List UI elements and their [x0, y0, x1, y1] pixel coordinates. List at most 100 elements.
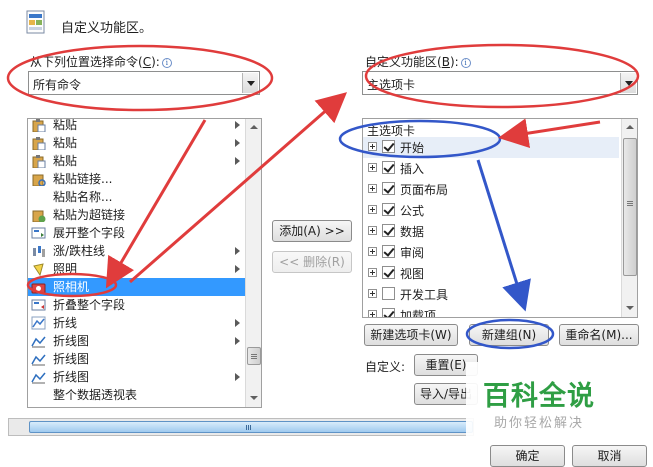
- expand-icon[interactable]: [368, 289, 377, 298]
- command-list-item[interactable]: 整个数据透视表: [28, 386, 245, 404]
- ribbon-tab-item[interactable]: 公式: [363, 200, 619, 221]
- watermark-subtitle: 助你轻松解决: [494, 416, 585, 431]
- tab-visible-checkbox[interactable]: [382, 245, 395, 258]
- customize-ribbon-icon: [26, 10, 48, 36]
- paste-icon: [31, 154, 46, 169]
- ribbon-tab-label: 插入: [400, 162, 425, 176]
- rename-button[interactable]: 重命名(M)...: [559, 324, 639, 346]
- tab-visible-checkbox[interactable]: [382, 266, 395, 279]
- ribbon-tree-scrollbar[interactable]: [621, 119, 637, 317]
- commands-source-select[interactable]: 所有命令: [28, 71, 260, 95]
- command-list-item[interactable]: 粘贴: [28, 134, 245, 152]
- command-label: 折线图: [53, 334, 90, 348]
- expand-icon[interactable]: [368, 310, 377, 317]
- scroll-up-icon[interactable]: [247, 120, 261, 136]
- chevron-down-icon[interactable]: [620, 73, 636, 93]
- command-list-item[interactable]: 粘贴: [28, 118, 245, 134]
- command-label: 粘贴: [53, 118, 78, 132]
- new-group-button[interactable]: 新建组(N): [469, 324, 549, 346]
- ribbon-tab-label: 数据: [400, 225, 425, 239]
- command-label: 折线: [53, 316, 78, 330]
- chevron-down-icon[interactable]: [242, 73, 258, 93]
- customize-ribbon-label: 自定义功能区(B): i: [365, 53, 471, 70]
- command-list-item[interactable]: 照相机: [28, 278, 245, 296]
- info-icon: i: [161, 58, 172, 68]
- remove-button[interactable]: << 删除(R): [272, 251, 352, 273]
- paste-link-icon: [31, 172, 46, 187]
- submenu-arrow-icon: [235, 139, 240, 147]
- command-list-item[interactable]: 粘贴为超链接: [28, 206, 245, 224]
- ribbon-tab-item[interactable]: 页面布局: [363, 179, 619, 200]
- expand-icon[interactable]: [368, 205, 377, 214]
- expand-icon[interactable]: [368, 268, 377, 277]
- command-label: 折叠整个字段: [53, 298, 126, 312]
- expand-icon[interactable]: [368, 163, 377, 172]
- choose-commands-label: 从下列位置选择命令(C): i: [30, 53, 172, 70]
- ribbon-tree[interactable]: 主选项卡 开始 插入 页面布局 公式 数据 审阅 视图 开发工具 加载项: [362, 118, 638, 318]
- paste-icon: [31, 136, 46, 151]
- watermark-title: 百科全说: [483, 381, 595, 412]
- expand-icon[interactable]: [368, 247, 377, 256]
- submenu-arrow-icon: [235, 121, 240, 129]
- command-label: 展开整个字段: [53, 226, 126, 240]
- command-label: 折线图: [53, 352, 90, 366]
- command-list-item[interactable]: 粘贴链接...: [28, 170, 245, 188]
- camera-icon: [31, 280, 46, 294]
- scroll-thumb[interactable]: [623, 138, 637, 276]
- command-list-item[interactable]: 折线图: [28, 332, 245, 350]
- command-list-item[interactable]: 展开整个字段: [28, 224, 245, 242]
- new-tab-button[interactable]: 新建选项卡(W): [364, 324, 458, 346]
- tab-visible-checkbox[interactable]: [382, 308, 395, 317]
- ribbon-tab-item[interactable]: 加载项: [363, 305, 619, 317]
- command-list-item[interactable]: 折叠整个字段: [28, 296, 245, 314]
- command-label: 粘贴名称...: [53, 190, 113, 204]
- ribbon-tab-label: 开始: [400, 141, 425, 155]
- command-label: 粘贴为超链接: [53, 208, 126, 222]
- scroll-down-icon[interactable]: [247, 390, 261, 406]
- tab-visible-checkbox[interactable]: [382, 224, 395, 237]
- command-list-item[interactable]: 折线: [28, 314, 245, 332]
- tab-visible-checkbox[interactable]: [382, 287, 395, 300]
- tab-visible-checkbox[interactable]: [382, 182, 395, 195]
- line-chart-icon: [31, 334, 46, 348]
- tab-visible-checkbox[interactable]: [382, 161, 395, 174]
- submenu-arrow-icon: [235, 247, 240, 255]
- ribbon-tab-item[interactable]: 视图: [363, 263, 619, 284]
- submenu-arrow-icon: [235, 373, 240, 381]
- scroll-down-icon[interactable]: [623, 300, 637, 316]
- command-label: 涨/跌柱线: [53, 244, 106, 258]
- ribbon-tabs-select[interactable]: 主选项卡: [362, 71, 638, 95]
- command-list-item[interactable]: 粘贴: [28, 152, 245, 170]
- command-list-item[interactable]: 照明: [28, 260, 245, 278]
- command-list-item[interactable]: 折线图: [28, 350, 245, 368]
- line-icon: [31, 316, 46, 330]
- tab-visible-checkbox[interactable]: [382, 140, 395, 153]
- info-icon: i: [460, 58, 471, 68]
- command-list-item[interactable]: 涨/跌柱线: [28, 242, 245, 260]
- command-label: 粘贴: [53, 154, 78, 168]
- commands-list[interactable]: 粘贴 粘贴 粘贴 粘贴链接... 粘贴名称... 粘贴为超链接 展开整个字段 涨/跌柱线 照明照…: [27, 118, 262, 408]
- scroll-thumb[interactable]: [29, 421, 473, 433]
- page-title: 自定义功能区。: [61, 21, 153, 36]
- command-list-item[interactable]: 粘贴名称...: [28, 188, 245, 206]
- ribbon-tab-item[interactable]: 审阅: [363, 242, 619, 263]
- command-list-item[interactable]: 折线图: [28, 368, 245, 386]
- scroll-up-icon[interactable]: [623, 120, 637, 136]
- ribbon-tab-label: 公式: [400, 204, 425, 218]
- collapse-field-icon: [31, 298, 46, 312]
- horizontal-scrollbar[interactable]: [8, 418, 474, 436]
- expand-icon[interactable]: [368, 226, 377, 235]
- ribbon-tab-item[interactable]: 开始: [363, 137, 619, 158]
- ribbon-tab-item[interactable]: 插入: [363, 158, 619, 179]
- add-button[interactable]: 添加(A) >>: [272, 220, 352, 242]
- commands-list-scrollbar[interactable]: [245, 119, 261, 407]
- expand-icon[interactable]: [368, 184, 377, 193]
- lighting-icon: [31, 262, 46, 277]
- expand-icon[interactable]: [368, 142, 377, 151]
- ribbon-tab-label: 开发工具: [400, 288, 449, 302]
- scroll-thumb[interactable]: [247, 347, 261, 365]
- ribbon-tab-item[interactable]: 开发工具: [363, 284, 619, 305]
- submenu-arrow-icon: [235, 265, 240, 273]
- tab-visible-checkbox[interactable]: [382, 203, 395, 216]
- ribbon-tab-item[interactable]: 数据: [363, 221, 619, 242]
